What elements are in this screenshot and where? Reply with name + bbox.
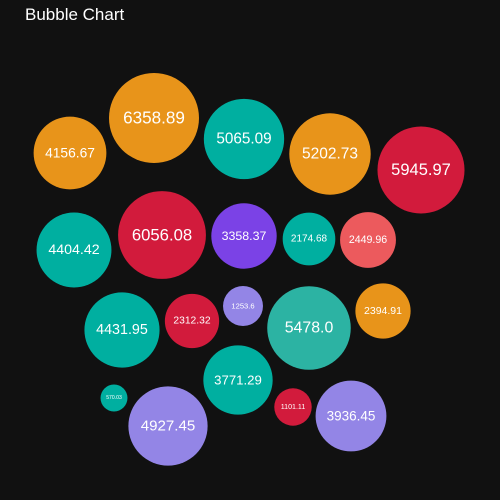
bubble-label-9: 2174.68 — [291, 234, 328, 245]
bubble-label-16: 3771.29 — [214, 373, 262, 388]
bubble-label-10: 2449.96 — [349, 234, 387, 246]
bubble-chart: 4156.67 6358.89 5065.09 5202.73 5945.97 4404.… — [33, 73, 465, 466]
bubble-label-6: 4404.42 — [48, 242, 99, 258]
bubble-label-1: 4156.67 — [45, 146, 95, 161]
bubble-label-5: 5945.97 — [391, 161, 451, 179]
bubble-label-3: 5065.09 — [216, 131, 271, 148]
bubble-label-17: 570.03 — [106, 395, 122, 401]
bubble-label-14: 5478.0 — [285, 320, 334, 337]
bubble-label-15: 2394.91 — [364, 305, 402, 317]
bubble-label-12: 2312.32 — [173, 316, 210, 327]
bubble-label-8: 3358.37 — [222, 229, 267, 243]
bubble-label-11: 4431.95 — [96, 322, 148, 338]
bubble-label-2: 6358.89 — [123, 109, 185, 128]
bubble-label-20: 3936.45 — [327, 409, 376, 424]
bubble-label-18: 4927.45 — [141, 418, 196, 435]
bubble-label-7: 6056.08 — [132, 226, 192, 245]
bubble-label-4: 5202.73 — [302, 146, 358, 163]
bubble-label-13: 1253.6 — [231, 302, 254, 311]
bubble-label-19: 1101.11 — [281, 403, 306, 411]
